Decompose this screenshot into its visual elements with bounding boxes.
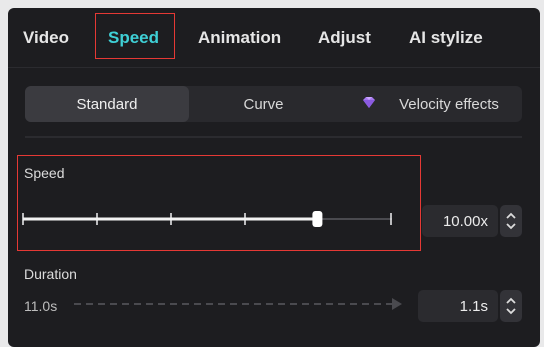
section-divider	[25, 136, 522, 138]
up-down-chevron-icon	[506, 212, 516, 230]
speed-slider[interactable]	[22, 208, 394, 230]
speed-stepper[interactable]	[500, 205, 522, 237]
speed-panel: Video Speed Animation Adjust AI stylize …	[8, 8, 540, 347]
mode-standard-label: Standard	[76, 95, 138, 113]
mode-velocity-label: Velocity effects	[399, 95, 499, 113]
up-down-chevron-icon	[506, 297, 516, 315]
mode-standard[interactable]: Standard	[25, 86, 189, 122]
tab-animation[interactable]: Animation	[198, 28, 281, 48]
duration-stepper[interactable]	[500, 290, 522, 322]
speed-mode-selector: Standard Curve Velocity effects	[25, 86, 522, 122]
tab-bar: Video Speed Animation Adjust AI stylize	[8, 8, 540, 68]
tab-video[interactable]: Video	[23, 28, 69, 48]
speed-section-highlight	[17, 155, 421, 251]
tab-adjust[interactable]: Adjust	[318, 28, 371, 48]
tab-divider	[8, 67, 540, 68]
mode-curve[interactable]: Curve	[189, 86, 338, 122]
tab-ai-stylize[interactable]: AI stylize	[409, 28, 483, 48]
slider-thumb[interactable]	[312, 211, 323, 227]
duration-arrow	[74, 298, 402, 310]
tab-speed[interactable]: Speed	[108, 28, 159, 48]
duration-label: Duration	[24, 266, 77, 282]
arrow-right-icon	[392, 298, 402, 310]
mode-curve-label: Curve	[243, 95, 284, 113]
duration-value-input[interactable]: 1.1s	[418, 290, 498, 322]
speed-value-input[interactable]: 10.00x	[422, 205, 498, 237]
diamond-icon	[361, 96, 377, 113]
original-duration: 11.0s	[24, 298, 58, 314]
speed-label: Speed	[24, 165, 65, 181]
mode-velocity-effects[interactable]: Velocity effects	[338, 86, 522, 122]
